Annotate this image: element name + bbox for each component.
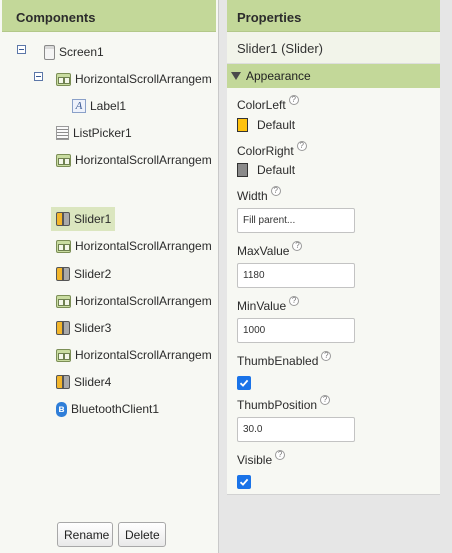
tree-item-label: HorizontalScrollArrangem [75, 348, 212, 362]
prop-name-text: ColorLeft [237, 98, 286, 112]
help-icon[interactable]: ? [275, 450, 286, 460]
minvalue-field[interactable] [237, 318, 355, 343]
help-icon[interactable]: ? [289, 296, 300, 306]
tree-item-horizontalscrollarrangement3[interactable]: HorizontalScrollArrangem [56, 235, 212, 257]
delete-button[interactable]: Delete [118, 522, 166, 547]
tree-item-label: Slider2 [74, 267, 112, 281]
prop-thumbenabled-label: ThumbEnabled? [237, 351, 332, 368]
horizontal-scroll-arrangement-icon [56, 153, 71, 167]
rename-button[interactable]: Rename [57, 522, 113, 547]
tree-item-slider1[interactable]: Slider1 [51, 207, 116, 231]
prop-width-label: Width? [237, 186, 281, 203]
tree-item-slider4[interactable]: Slider4 [56, 371, 111, 393]
prop-name-text: ThumbPosition [237, 398, 318, 412]
selected-component-title: Slider1 (Slider) [227, 32, 440, 64]
tree-item-slider3[interactable]: Slider3 [56, 317, 111, 339]
horizontal-scroll-arrangement-icon [56, 348, 71, 362]
tree-item-label: HorizontalScrollArrangem [75, 72, 212, 86]
tree-item-label: Slider1 [74, 212, 112, 226]
tree-item-horizontalscrollarrangement1[interactable]: HorizontalScrollArrangem [56, 68, 212, 90]
appearance-section-header[interactable]: Appearance [227, 64, 440, 88]
slider-icon [56, 321, 70, 335]
tree-item-horizontalscrollarrangement5[interactable]: HorizontalScrollArrangem [56, 344, 212, 366]
maxvalue-field[interactable] [237, 263, 355, 288]
properties-header: Properties [227, 0, 440, 32]
tree-item-label: Screen1 [59, 45, 104, 59]
tree-item-listpicker1[interactable]: ListPicker1 [56, 122, 132, 144]
checkmark-icon [239, 379, 249, 387]
colorleft-picker[interactable]: Default [237, 118, 295, 132]
tree-item-slider2[interactable]: Slider2 [56, 263, 111, 285]
horizontal-scroll-arrangement-icon [56, 239, 71, 253]
prop-colorright-label: ColorRight? [237, 141, 307, 158]
prop-maxvalue-label: MaxValue? [237, 241, 303, 258]
tree-item-label: ListPicker1 [73, 126, 132, 140]
help-icon[interactable]: ? [288, 95, 299, 105]
components-panel: Components Screen1 HorizontalScrollArran… [0, 0, 219, 553]
tree-item-horizontalscrollarrangement2[interactable]: HorizontalScrollArrangem [56, 149, 212, 171]
help-icon[interactable]: ? [292, 241, 303, 251]
prop-colorleft-label: ColorLeft? [237, 95, 299, 112]
tree-item-label: HorizontalScrollArrangem [75, 239, 212, 253]
prop-name-text: ThumbEnabled [237, 354, 319, 368]
hsa1-collapse-toggle[interactable] [34, 72, 43, 81]
components-header: Components [2, 0, 216, 32]
tree-item-label: Slider3 [74, 321, 112, 335]
tree-item-bluetoothclient1[interactable]: ʙ BluetoothClient1 [56, 398, 159, 420]
tree-item-horizontalscrollarrangement4[interactable]: HorizontalScrollArrangem [56, 290, 212, 312]
bluetooth-icon: ʙ [56, 401, 67, 417]
thumbposition-field[interactable] [237, 417, 355, 442]
colorright-swatch [237, 163, 248, 177]
slider-icon [56, 267, 70, 281]
tree-item-label: HorizontalScrollArrangem [75, 294, 212, 308]
help-icon[interactable]: ? [320, 395, 331, 405]
slider-icon [56, 212, 70, 226]
tree-item-label1[interactable]: A Label1 [72, 95, 126, 117]
horizontal-scroll-arrangement-icon [56, 294, 71, 308]
properties-body: Slider1 (Slider) Appearance ColorLeft? D… [227, 32, 440, 495]
help-icon[interactable]: ? [296, 141, 307, 151]
prop-visible-label: Visible? [237, 450, 286, 467]
checkmark-icon [239, 478, 249, 486]
properties-panel: Properties Slider1 (Slider) Appearance C… [227, 0, 440, 553]
width-field[interactable] [237, 208, 355, 233]
help-icon[interactable]: ? [270, 186, 281, 196]
colorleft-value: Default [257, 118, 296, 132]
tree-item-screen1[interactable]: Screen1 [44, 41, 104, 63]
collapse-triangle-icon [231, 72, 241, 80]
visible-checkbox[interactable] [237, 475, 251, 489]
section-label: Appearance [246, 69, 311, 83]
colorright-value: Default [257, 163, 296, 177]
screen-icon [44, 44, 55, 60]
prop-name-text: Visible [237, 453, 273, 467]
prop-name-text: MaxValue [237, 244, 290, 258]
tree-item-label: HorizontalScrollArrangem [75, 153, 212, 167]
thumbenabled-checkbox[interactable] [237, 376, 251, 390]
screen1-collapse-toggle[interactable] [17, 45, 26, 54]
slider-icon [56, 375, 70, 389]
prop-minvalue-label: MinValue? [237, 296, 300, 313]
label-icon: A [72, 99, 86, 113]
tree-item-label: Slider4 [74, 375, 112, 389]
horizontal-scroll-arrangement-icon [56, 72, 71, 86]
prop-name-text: Width [237, 189, 268, 203]
colorleft-swatch [237, 118, 248, 132]
colorright-picker[interactable]: Default [237, 163, 295, 177]
tree-item-label: Label1 [90, 99, 127, 113]
listpicker-icon [56, 126, 69, 140]
help-icon[interactable]: ? [321, 351, 332, 361]
prop-thumbposition-label: ThumbPosition? [237, 395, 331, 412]
prop-name-text: ColorRight [237, 144, 294, 158]
prop-name-text: MinValue [237, 299, 287, 313]
tree-item-label: BluetoothClient1 [71, 402, 160, 416]
